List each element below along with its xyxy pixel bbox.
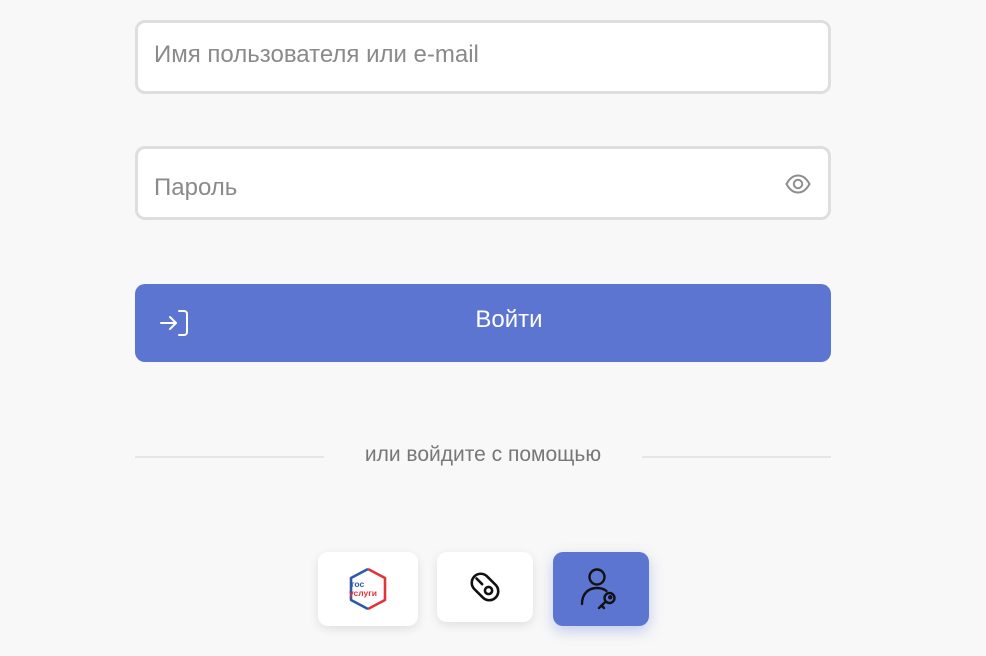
login-button[interactable]: Войти (135, 284, 831, 362)
username-input[interactable] (154, 21, 764, 89)
user-key-icon (580, 568, 616, 610)
password-input[interactable] (154, 154, 764, 222)
divider-label: или войдите с помощью (364, 443, 602, 466)
divider-line-left (135, 456, 324, 458)
usb-token-login-button[interactable] (437, 552, 533, 622)
username-field[interactable] (135, 20, 831, 94)
eye-icon[interactable] (784, 170, 812, 198)
gosuslugi-logo-icon: гос услуги (349, 567, 387, 611)
user-key-login-button[interactable] (553, 552, 649, 626)
divider-line-right (642, 456, 831, 458)
gosuslugi-login-button[interactable]: гос услуги (318, 552, 418, 626)
gosuslugi-logo-line2: услуги (349, 588, 377, 598)
usb-token-icon (470, 572, 500, 602)
password-field[interactable] (135, 146, 831, 222)
login-button-label: Войти (475, 306, 543, 333)
